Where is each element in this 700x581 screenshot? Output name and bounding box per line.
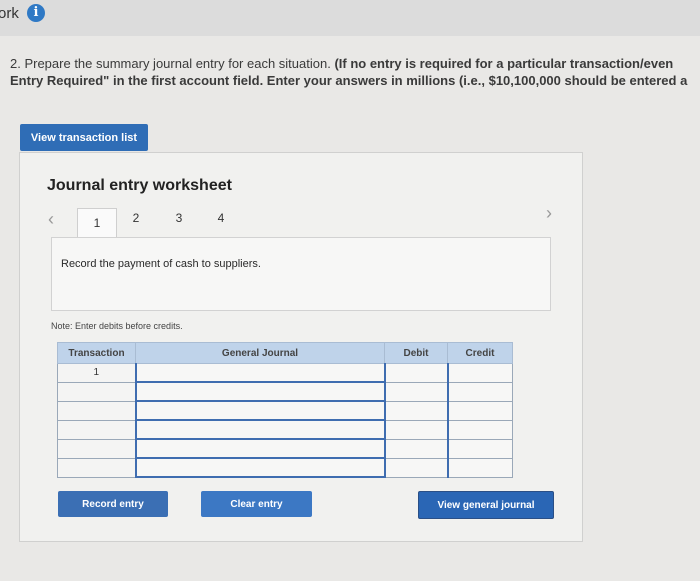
credit-field[interactable] bbox=[446, 457, 513, 478]
transaction-cell bbox=[57, 438, 136, 459]
tab-3[interactable]: 3 bbox=[169, 211, 189, 225]
col-debit: Debit bbox=[384, 342, 448, 364]
table-row bbox=[57, 400, 513, 421]
transaction-description-box: Record the payment of cash to suppliers. bbox=[51, 237, 551, 311]
table-row bbox=[57, 381, 513, 402]
tab-1[interactable]: 1 bbox=[77, 208, 117, 239]
info-icon[interactable]: i bbox=[27, 4, 45, 22]
instructions: 2. Prepare the summary journal entry for… bbox=[10, 55, 700, 89]
debit-field[interactable] bbox=[383, 457, 448, 478]
instructions-line2: Entry Required" in the first account fie… bbox=[10, 73, 688, 88]
top-header: ork i bbox=[0, 0, 700, 36]
view-general-journal-button[interactable]: View general journal bbox=[418, 491, 554, 519]
credit-field[interactable] bbox=[446, 363, 513, 383]
journal-entry-worksheet: Journal entry worksheet ‹ 1 2 3 4 › Reco… bbox=[19, 152, 583, 542]
debit-field[interactable] bbox=[383, 363, 448, 383]
view-transaction-list-button[interactable]: View transaction list bbox=[20, 124, 148, 151]
table-row bbox=[57, 419, 513, 440]
chevron-right-icon[interactable]: › bbox=[546, 203, 552, 224]
transaction-description: Record the payment of cash to suppliers. bbox=[61, 258, 261, 270]
account-field[interactable] bbox=[134, 400, 385, 421]
col-general-journal: General Journal bbox=[135, 342, 385, 364]
debit-field[interactable] bbox=[383, 381, 448, 402]
tab-4[interactable]: 4 bbox=[211, 211, 231, 225]
journal-table: Transaction General Journal Debit Credit… bbox=[57, 342, 513, 478]
header-label: ork bbox=[0, 5, 19, 22]
account-field[interactable] bbox=[134, 457, 385, 478]
table-row bbox=[57, 457, 513, 478]
credit-field[interactable] bbox=[446, 419, 513, 440]
account-field[interactable] bbox=[134, 419, 385, 440]
table-row: 1 bbox=[57, 363, 513, 383]
transaction-cell bbox=[57, 419, 136, 440]
instructions-line1-bold: (If no entry is required for a particula… bbox=[334, 56, 674, 71]
clear-entry-button[interactable]: Clear entry bbox=[201, 491, 312, 517]
worksheet-title: Journal entry worksheet bbox=[47, 177, 232, 194]
credit-field[interactable] bbox=[446, 400, 513, 421]
account-field[interactable] bbox=[134, 438, 385, 459]
transaction-cell bbox=[57, 457, 136, 478]
credit-field[interactable] bbox=[446, 381, 513, 402]
debit-credit-note: Note: Enter debits before credits. bbox=[51, 321, 183, 331]
table-row bbox=[57, 438, 513, 459]
credit-field[interactable] bbox=[446, 438, 513, 459]
col-transaction: Transaction bbox=[57, 342, 136, 364]
instructions-line1: 2. Prepare the summary journal entry for… bbox=[10, 55, 700, 72]
tab-2[interactable]: 2 bbox=[126, 211, 146, 225]
col-credit: Credit bbox=[447, 342, 513, 364]
debit-field[interactable] bbox=[383, 400, 448, 421]
instructions-line1-plain: 2. Prepare the summary journal entry for… bbox=[10, 56, 335, 71]
debit-field[interactable] bbox=[383, 438, 448, 459]
record-entry-button[interactable]: Record entry bbox=[58, 491, 168, 517]
account-field[interactable] bbox=[134, 363, 385, 383]
chevron-left-icon[interactable]: ‹ bbox=[48, 209, 54, 230]
transaction-cell: 1 bbox=[57, 363, 136, 383]
debit-field[interactable] bbox=[383, 419, 448, 440]
transaction-cell bbox=[57, 400, 136, 421]
account-field[interactable] bbox=[134, 381, 385, 402]
transaction-cell bbox=[57, 381, 136, 402]
